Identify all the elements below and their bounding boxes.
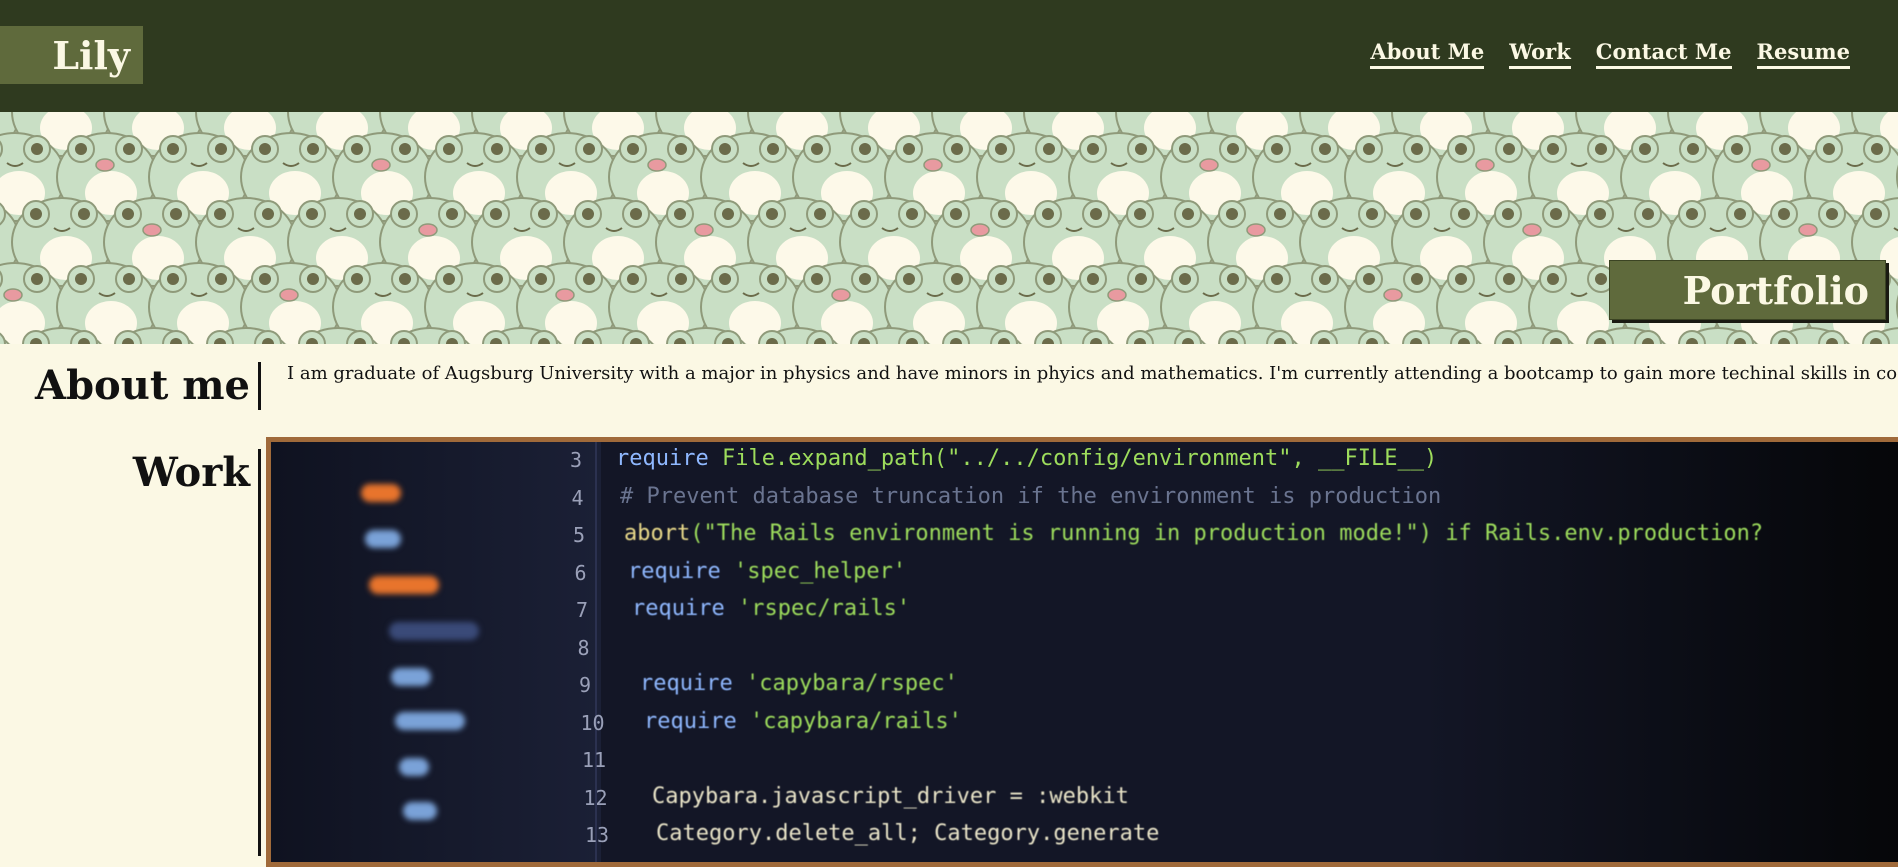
folder-icon xyxy=(365,530,401,548)
line-number: 8 xyxy=(577,635,590,660)
line-number: 9 xyxy=(579,673,592,697)
portfolio-badge: Portfolio xyxy=(1609,260,1886,320)
code-line: # Prevent database truncation if the env… xyxy=(620,483,1442,509)
work-project-image[interactable]: 3 require File.expand_path("../../config/… xyxy=(266,437,1898,867)
code-line: require 'capybara/rspec' xyxy=(640,671,958,696)
nav-resume[interactable]: Resume xyxy=(1756,40,1850,69)
brand-logo[interactable]: Lily xyxy=(0,26,143,84)
site-header: Lily About Me Work Contact Me Resume xyxy=(0,0,1898,112)
folder-icon xyxy=(361,484,401,502)
folder-icon xyxy=(391,668,431,686)
nav-contact-me[interactable]: Contact Me xyxy=(1595,40,1732,69)
about-text: I am graduate of Augsburg University wit… xyxy=(287,363,1898,384)
line-number: 11 xyxy=(582,748,607,772)
main-nav: About Me Work Contact Me Resume xyxy=(1370,40,1850,69)
file-tree-panel xyxy=(271,442,601,862)
nav-about-me[interactable]: About Me xyxy=(1370,40,1485,69)
about-divider xyxy=(258,362,261,410)
line-number: 10 xyxy=(580,710,605,735)
folder-icon xyxy=(369,576,439,594)
line-number: 12 xyxy=(583,785,608,810)
line-number: 6 xyxy=(574,560,587,585)
line-number: 7 xyxy=(576,598,589,622)
code-line: require File.expand_path("../../config/e… xyxy=(616,446,1438,471)
folder-icon xyxy=(395,712,465,730)
line-number: 5 xyxy=(573,523,586,547)
code-line: Capybara.javascript_driver = :webkit xyxy=(652,783,1129,809)
code-line: require 'capybara/rails' xyxy=(644,708,962,734)
work-title: Work xyxy=(132,449,250,496)
code-line: Category.delete_all; Category.generate xyxy=(656,821,1160,846)
code-line: require 'spec_helper' xyxy=(628,558,907,584)
code-line: require 'rspec/rails' xyxy=(632,596,911,621)
screen-vignette xyxy=(1421,442,1898,862)
about-title: About me xyxy=(35,362,250,409)
folder-icon xyxy=(399,758,429,776)
file-icon xyxy=(389,622,479,640)
code-screenshot: 3 require File.expand_path("../../config/… xyxy=(271,442,1898,862)
work-divider xyxy=(258,449,261,856)
line-number: 3 xyxy=(570,448,583,472)
nav-work[interactable]: Work xyxy=(1509,40,1571,69)
line-number: 4 xyxy=(571,485,584,510)
code-line: abort("The Rails environment is running … xyxy=(624,521,1764,546)
line-number: 13 xyxy=(585,823,610,847)
folder-icon xyxy=(403,802,437,820)
